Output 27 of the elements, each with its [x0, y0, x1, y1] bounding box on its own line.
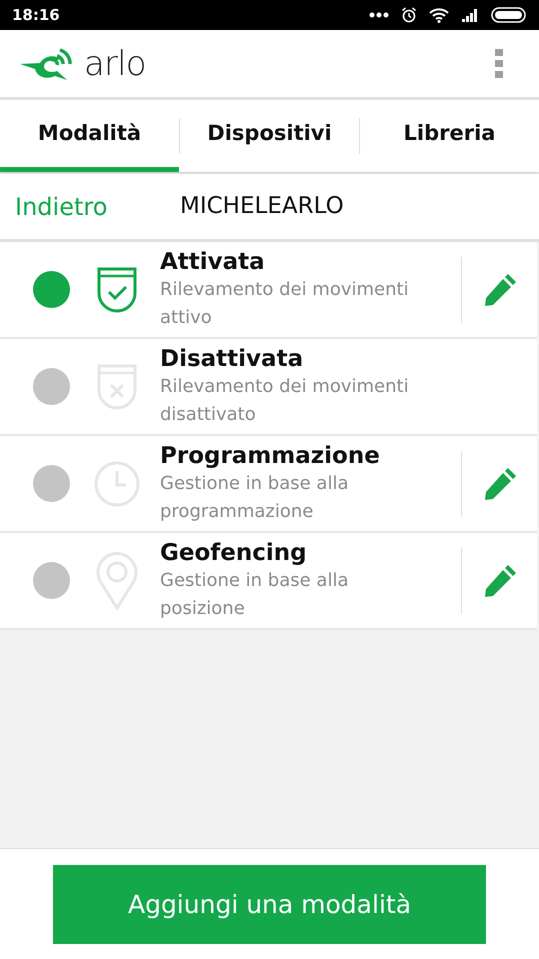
logo-wordmark: arlo [84, 46, 146, 80]
shield-check-icon [97, 266, 137, 312]
mode-title: Programmazione [160, 442, 380, 470]
edit-pencil-icon[interactable] [482, 466, 516, 500]
mode-title: Attivata [160, 248, 265, 276]
shield-cross-icon [97, 364, 137, 410]
wifi-icon [429, 8, 449, 22]
mode-title: Disattivata [160, 344, 304, 372]
mode-description: Gestione in base alla programmazione [160, 472, 350, 524]
tab[interactable]: Dispositivi [180, 100, 359, 172]
mode-title: Geofencing [160, 538, 307, 566]
signal-icon [461, 8, 479, 22]
edit-pencil-icon[interactable] [482, 272, 516, 306]
clock-time: 18:16 [12, 4, 60, 26]
tab[interactable]: Modalità [0, 100, 179, 172]
page-title: MICHELEARLO [180, 192, 344, 222]
more-dots-icon [369, 12, 389, 18]
mode-description: Gestione in base alla posizione [160, 568, 350, 620]
edit-pencil-icon[interactable] [482, 564, 516, 598]
mode-description: Rilevamento dei movimenti attivo [160, 278, 410, 330]
battery-icon [491, 7, 527, 23]
alarm-icon [401, 7, 417, 23]
mode-description: Rilevamento dei movimenti disattivato [160, 374, 410, 426]
tab[interactable]: Libreria [360, 100, 539, 172]
more-menu-icon[interactable] [495, 48, 503, 78]
location-pin-icon [96, 550, 138, 610]
clock-icon [94, 460, 140, 506]
